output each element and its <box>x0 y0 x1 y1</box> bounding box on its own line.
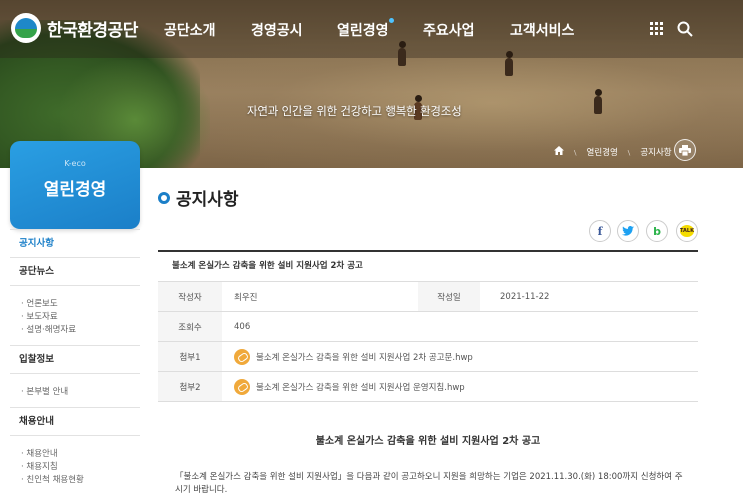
home-icon[interactable] <box>554 146 564 158</box>
attachment-link-icon <box>234 378 250 395</box>
date-value: 2021-11-22 <box>500 291 550 302</box>
author-value: 최우진 <box>234 292 258 303</box>
sidebar-subtitle: K-eco <box>64 159 86 168</box>
breadcrumb-item[interactable]: 열린경영 <box>587 146 618 158</box>
sidebar-subitem[interactable]: · 친인척 채용현황 <box>21 474 140 487</box>
sidebar-item-news[interactable]: 공단뉴스 <box>10 258 140 286</box>
breadcrumb-item[interactable]: 공지사항 <box>640 146 671 158</box>
breadcrumb-separator: ﹨ <box>571 148 580 158</box>
print-icon <box>679 144 691 156</box>
table-row: 첨부2 불소계 온실가스 감축을 위한 설비 지원사업 운영지침.hwp <box>158 372 698 402</box>
sidebar-subitem[interactable]: · 본부별 안내 <box>21 386 140 399</box>
hero-child-figure <box>505 51 513 76</box>
attachment-link-icon <box>234 348 250 365</box>
nav-active-dot <box>389 18 394 23</box>
sidebar-sublist-bidding: · 본부별 안내 <box>10 374 140 408</box>
all-menu-icon[interactable] <box>650 22 664 36</box>
sidebar-subitem[interactable]: · 설명·해명자료 <box>21 324 140 337</box>
author-label: 작성자 <box>158 282 222 311</box>
sidebar-item-notice[interactable]: 공지사항 <box>10 230 140 258</box>
hero-child-figure <box>594 89 602 114</box>
sidebar-sublist-news: · 언론보도 · 보도자료 · 설명·해명자료 <box>10 286 140 346</box>
table-row: 첨부1 불소계 온실가스 감축을 위한 설비 지원사업 2차 공고문.hwp <box>158 342 698 372</box>
post-content-body: 「불소계 온실가스 감축을 위한 설비 지원사업」을 다음과 같이 공고하오니 … <box>175 472 683 495</box>
attachment-1-label: 첨부1 <box>158 342 222 371</box>
nav-item-customer-service[interactable]: 고객서비스 <box>510 20 574 40</box>
page-title-text: 공지사항 <box>176 190 239 210</box>
attachment-1[interactable]: 불소계 온실가스 감축을 위한 설비 지원사업 2차 공고문.hwp <box>222 342 698 371</box>
date-label: 작성일 <box>418 282 480 311</box>
sidebar-subitem[interactable]: · 채용안내 <box>21 448 140 461</box>
title-bullet-icon <box>158 191 170 204</box>
sidebar-sublist-recruit: · 채용안내 · 채용지침 · 친인척 채용현황 <box>10 436 140 495</box>
table-row: 조회수 406 <box>158 312 698 342</box>
views-label: 조회수 <box>158 312 222 341</box>
blog-share-icon[interactable]: b <box>646 220 668 242</box>
print-button[interactable] <box>674 139 696 161</box>
views-value: 406 <box>234 321 251 332</box>
attachment-2-label: 첨부2 <box>158 372 222 401</box>
sidebar-item-recruit[interactable]: 채용안내 <box>10 408 140 436</box>
nav-item-business[interactable]: 주요사업 <box>423 20 475 40</box>
breadcrumb-separator: ﹨ <box>624 148 634 158</box>
page-title: 공지사항 <box>158 185 239 210</box>
sidebar-subitem[interactable]: · 채용지침 <box>21 461 140 474</box>
site-logo[interactable]: 한국환경공단 <box>11 13 138 43</box>
attachment-2[interactable]: 불소계 온실가스 감축을 위한 설비 지원사업 운영지침.hwp <box>222 372 698 401</box>
facebook-share-icon[interactable]: f <box>589 220 611 242</box>
logo-text: 한국환경공단 <box>47 20 138 41</box>
nav-item-disclosure[interactable]: 경영공시 <box>251 20 303 40</box>
search-icon[interactable] <box>677 21 693 37</box>
logo-mark-icon <box>11 13 41 43</box>
table-row: 작성자 최우진 작성일 2021-11-22 <box>158 282 698 312</box>
sidebar-menu: 공지사항 공단뉴스 · 언론보도 · 보도자료 · 설명·해명자료 입찰정보 ·… <box>10 229 140 495</box>
sidebar-subitem[interactable]: · 보도자료 <box>21 311 140 324</box>
attachment-1-link[interactable]: 불소계 온실가스 감축을 위한 설비 지원사업 2차 공고문.hwp <box>256 351 473 363</box>
nav-item-about[interactable]: 공단소개 <box>164 20 216 40</box>
sidebar-title: 열린경영 <box>43 180 107 200</box>
twitter-share-icon[interactable] <box>617 220 639 242</box>
sidebar-title-card: K-eco 열린경영 <box>10 141 140 229</box>
kakaostory-share-icon[interactable]: TALK <box>676 220 698 242</box>
nav-item-open-management[interactable]: 열린경영 <box>337 20 389 40</box>
hero-slogan: 자연과 인간을 위한 건강하고 행복한 환경조성 <box>247 104 462 118</box>
post-subject: 불소계 온실가스 감축을 위한 설비 지원사업 2차 공고 <box>158 252 698 282</box>
hero-child-figure <box>398 41 406 66</box>
post-detail-table: 불소계 온실가스 감축을 위한 설비 지원사업 2차 공고 작성자 최우진 작성… <box>158 250 698 402</box>
attachment-2-link[interactable]: 불소계 온실가스 감축을 위한 설비 지원사업 운영지침.hwp <box>256 381 465 393</box>
sidebar-item-bidding[interactable]: 입찰정보 <box>10 346 140 374</box>
sidebar-subitem[interactable]: · 언론보도 <box>21 298 140 311</box>
post-content-title: 불소계 온실가스 감축을 위한 설비 지원사업 2차 공고 <box>315 436 541 447</box>
breadcrumb: ﹨ 열린경영 ﹨ 공지사항 <box>554 146 672 158</box>
